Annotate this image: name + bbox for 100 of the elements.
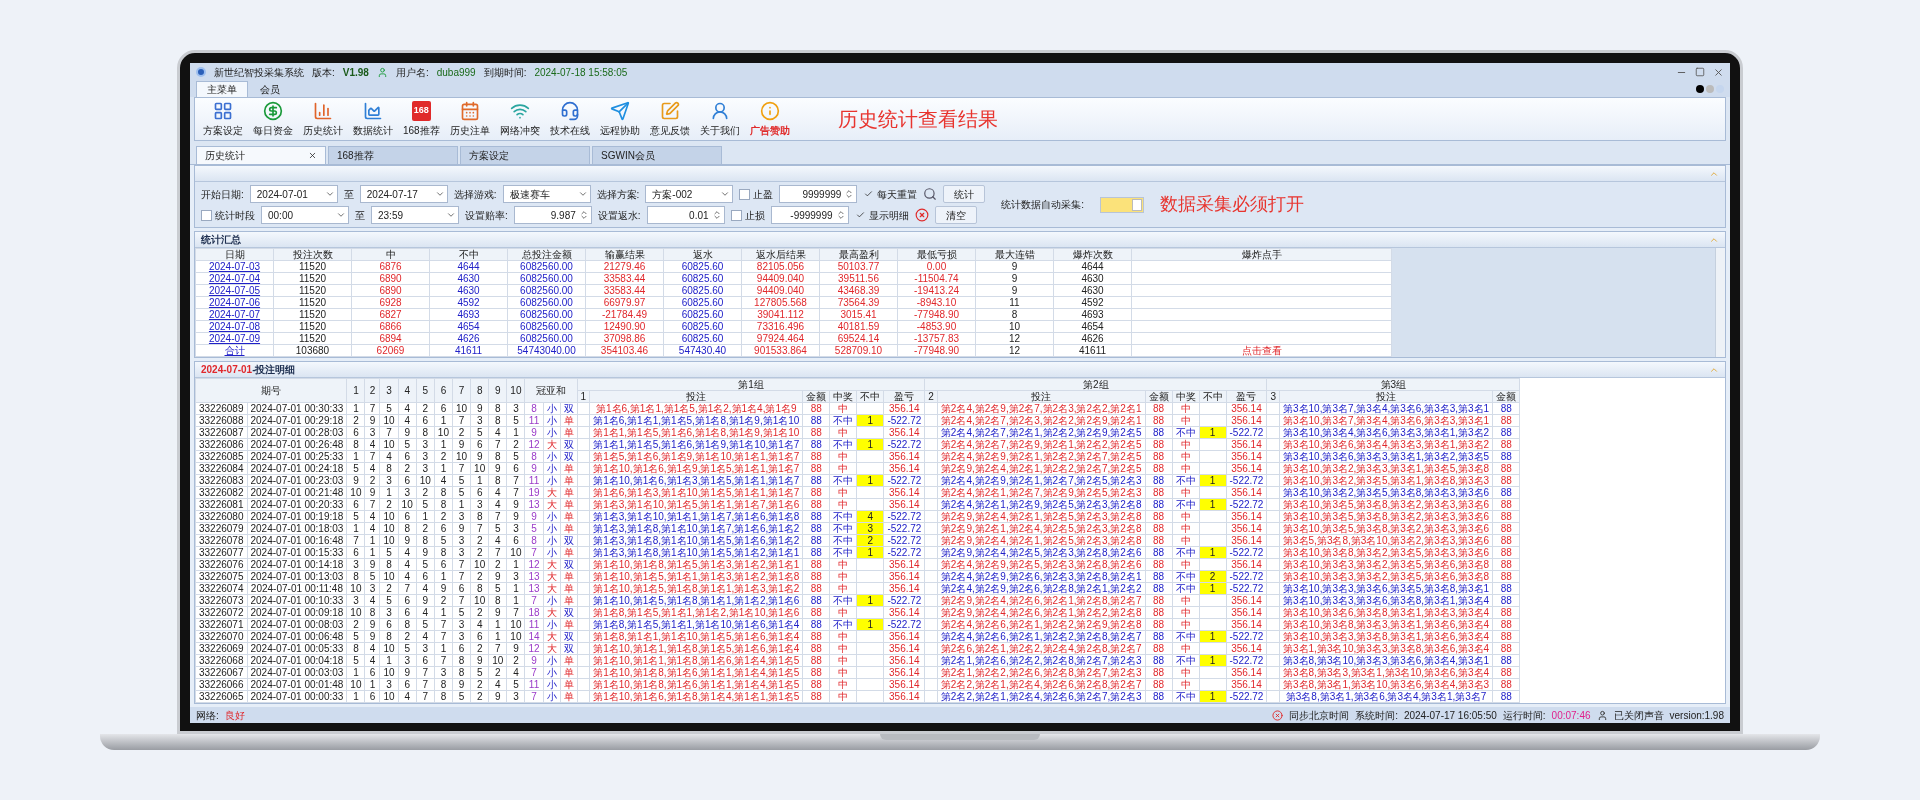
table-cell: 中 <box>1172 618 1199 631</box>
toolbar-button[interactable]: 意见反馈 <box>647 100 692 138</box>
close-icon[interactable] <box>308 151 317 160</box>
table-cell: 88 <box>802 462 830 475</box>
toolbar-button[interactable]: 远程协助 <box>597 100 642 138</box>
close-icon[interactable] <box>1713 66 1724 78</box>
table-cell: 88 <box>802 630 830 643</box>
table-cell: -522.72 <box>883 594 925 607</box>
maximize-icon[interactable] <box>1695 67 1705 77</box>
toolbar-button[interactable]: 每日资金 <box>251 100 295 138</box>
toolbar-button[interactable]: 168 168推荐 <box>401 100 442 138</box>
table-cell: 88 <box>1145 462 1172 475</box>
dropdown[interactable]: 23:59 <box>371 206 459 224</box>
table-cell: 6 <box>398 474 417 487</box>
sound-status: 已关闭声音 <box>1613 708 1664 723</box>
dropdown[interactable]: 2024-07-17 <box>359 185 448 203</box>
detail-date: 2024-07-01 <box>201 363 253 377</box>
checkbox[interactable]: 统计时段 <box>201 207 255 223</box>
table-cell: 60825.60 <box>663 272 742 285</box>
table-cell: 2024-07-01 00:25:33 <box>247 450 347 463</box>
table-cell[interactable]: 点击查看 <box>1131 344 1392 357</box>
document-tab[interactable]: 方案设定 <box>460 146 590 164</box>
table-cell: 第3名10,第3名3,第3名6,第3名8,第3名1,第3名4 <box>1279 594 1493 607</box>
toolbar-button[interactable]: 方案设定 <box>201 100 245 138</box>
table-cell: 6 <box>434 522 453 535</box>
ribbon-tab[interactable]: 主菜单 <box>196 81 248 97</box>
table-cell: 不中 <box>829 522 857 535</box>
table-cell: 356.14 <box>883 678 925 691</box>
number-field[interactable]: 9.987 <box>513 206 592 224</box>
dropdown[interactable]: 方案-002 <box>645 185 734 203</box>
system-time-label: 系统时间: <box>1355 708 1398 723</box>
table-cell: 2024-07-01 00:21:48 <box>247 486 347 499</box>
table-cell: 小 <box>543 510 561 523</box>
table-cell: 7 <box>452 594 471 607</box>
table-cell: 33226079 <box>195 522 247 535</box>
table-cell: 10 <box>380 642 399 655</box>
table-cell: 11520 <box>273 260 352 273</box>
table-cell: 4626 <box>1053 332 1132 345</box>
toolbar-button[interactable]: 广告赞助 <box>747 100 792 138</box>
table-cell: 2024-07-01 00:13:03 <box>247 570 347 583</box>
dropdown[interactable]: 00:00 <box>261 206 349 224</box>
toolbar-button[interactable]: 历史统计 <box>301 100 345 138</box>
table-cell: 第2名9,第2名4,第2名1,第2名2,第2名7,第2名5 <box>937 462 1145 475</box>
table-cell: 第2名4,第2名1,第2名9,第2名5,第2名3,第2名8 <box>937 498 1145 511</box>
ribbon-tab[interactable]: 会员 <box>250 81 290 97</box>
table-cell: 3 <box>506 402 525 415</box>
dropdown[interactable]: 极速赛车 <box>502 185 591 203</box>
table-cell: 88 <box>1145 474 1172 487</box>
document-tab[interactable]: 历史统计 <box>196 146 326 164</box>
toolbar-button[interactable]: 关于我们 <box>697 100 742 138</box>
number-field[interactable]: 9999999 <box>779 185 858 203</box>
auto-collect-toggle[interactable] <box>1100 196 1145 213</box>
checkbox[interactable]: 显示明细 <box>854 207 909 223</box>
table-cell: 10 <box>488 654 507 667</box>
table-cell: 103680 <box>273 344 352 357</box>
table-cell: 小 <box>543 426 561 439</box>
table-cell: 8 <box>975 308 1054 321</box>
table-cell: -522.72 <box>883 438 925 451</box>
table-cell: 5 <box>398 642 417 655</box>
table-cell: 88 <box>802 450 830 463</box>
table-cell: 3 <box>380 678 399 691</box>
field-label: 设置返水: <box>597 208 641 223</box>
table-cell: 9 <box>452 438 471 451</box>
table-cell: 88 <box>1145 642 1172 655</box>
checkbox[interactable]: 止损 <box>730 207 765 223</box>
toolbar-button[interactable]: 数据统计 <box>351 100 395 138</box>
number-field[interactable]: -9999999 <box>770 206 849 224</box>
column-header: 最高盈利 <box>819 248 898 261</box>
checkbox-box[interactable] <box>739 188 751 200</box>
table-cell: -77948.90 <box>897 308 976 321</box>
checkbox[interactable]: 每天重置 <box>863 186 918 202</box>
checkbox-box[interactable] <box>730 209 742 221</box>
number-field[interactable]: 0.01 <box>646 206 725 224</box>
table-cell: 7 <box>416 678 435 691</box>
checkbox-box[interactable] <box>201 209 212 221</box>
table-cell: 1 <box>346 402 365 415</box>
table-cell: 2 <box>470 534 489 547</box>
toolbar-button[interactable]: 历史注单 <box>447 100 492 138</box>
table-cell: 5 <box>470 426 489 439</box>
user-icon <box>376 66 388 78</box>
dropdown[interactable]: 2024-07-01 <box>249 185 338 203</box>
column-header: 3 <box>1266 390 1280 403</box>
toolbar-button[interactable]: 技术在线 <box>547 100 592 138</box>
clear-button[interactable]: 清空 <box>934 206 977 224</box>
stats-button[interactable]: 统计 <box>943 185 986 203</box>
table-cell: 7 <box>365 498 380 511</box>
table-cell: 356.14 <box>883 642 925 655</box>
table-cell: 8 <box>346 438 365 451</box>
table-cell: 4592 <box>1053 296 1132 309</box>
scrollbar[interactable] <box>1715 248 1725 357</box>
banner-text: 历史统计查看结果 <box>837 107 998 132</box>
table-cell: 第1名6,第1名1,第1名5,第1名2,第1名4,第1名9 <box>589 402 803 415</box>
table-cell: 7 <box>488 546 507 559</box>
table-cell: 中 <box>829 690 857 703</box>
document-tab[interactable]: SGWIN会员 <box>592 146 722 164</box>
table-cell: 6866 <box>351 320 430 333</box>
document-tab[interactable]: 168推荐 <box>328 146 458 164</box>
table-cell: 第2名4,第2名9,第2名6,第2名8,第2名1,第2名2 <box>937 582 1145 595</box>
checkbox[interactable]: 止盈 <box>739 186 774 202</box>
toolbar-button[interactable]: 网络冲突 <box>497 100 542 138</box>
